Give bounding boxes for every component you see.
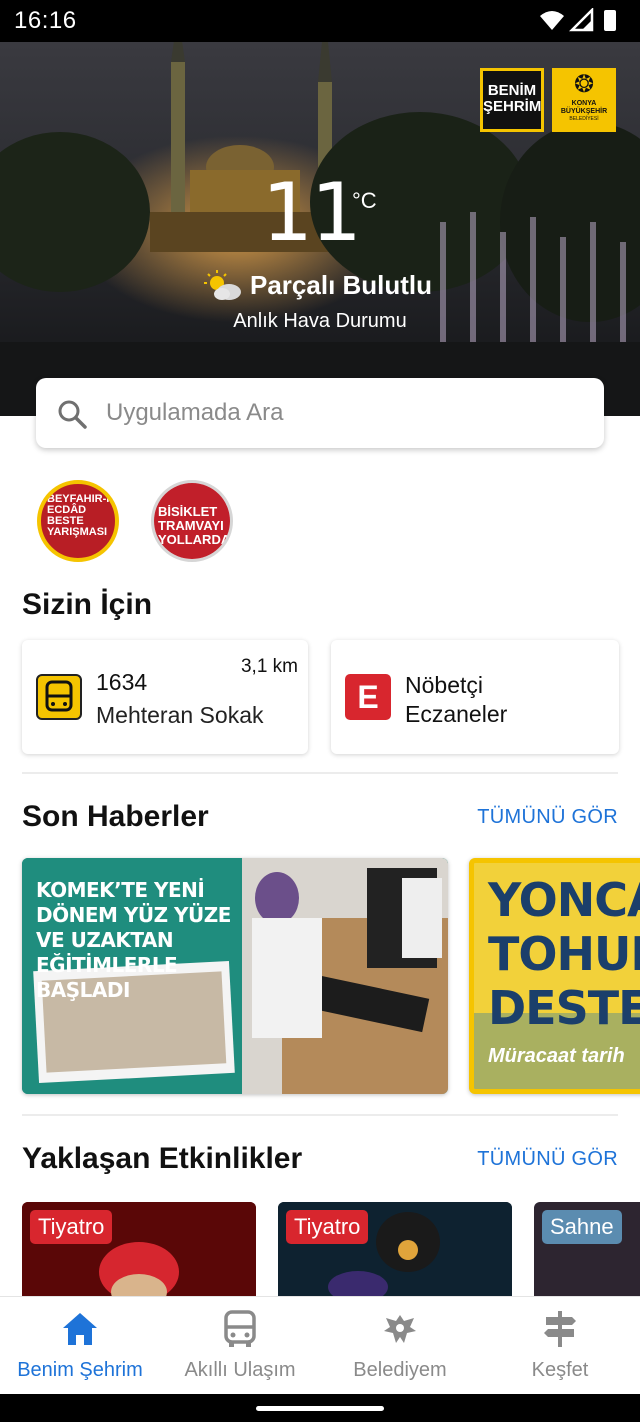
news-headline: YONCA TOHUM DESTEĞ [488, 873, 640, 1035]
news-title: Son Haberler [22, 800, 209, 833]
news-card[interactable]: YONCA TOHUM DESTEĞ Müracaat tarih [469, 858, 640, 1094]
pharmacy-card[interactable]: E Nöbetçi Eczaneler [331, 640, 619, 754]
navigation-bar [0, 1394, 640, 1422]
temperature-unit: °C [352, 188, 377, 213]
tab-label: Akıllı Ulaşım [184, 1359, 296, 1381]
events-title: Yaklaşan Etkinlikler [22, 1142, 303, 1175]
nearest-bus-card[interactable]: 1634 Mehteran Sokak 3,1 km [22, 640, 308, 754]
pharmacy-e-icon: E [345, 674, 391, 720]
home-indicator[interactable] [256, 1406, 384, 1411]
events-see-all-link[interactable]: TÜMÜNÜ GÖR [477, 1148, 618, 1171]
status-time: 16:16 [14, 7, 77, 34]
bus-stop-name: Mehteran Sokak [96, 702, 264, 728]
bus-icon [224, 1310, 256, 1347]
news-card[interactable]: KOMEK’TE YENİ DÖNEM YÜZ YÜZE VE UZAKTAN … [22, 858, 448, 1094]
weather-condition: Parçalı Bulutlu [250, 270, 433, 300]
divider [22, 772, 618, 774]
news-subline: Müracaat tarih [488, 1045, 625, 1067]
eagle-emblem-icon [384, 1315, 416, 1343]
konya-seal-icon: ❂ [573, 71, 595, 98]
battery-icon [604, 10, 616, 31]
divider [22, 1114, 618, 1116]
event-category-badge: Sahne [542, 1210, 622, 1244]
story-circle[interactable]: BEYFAHIR-I ECDÂD BESTE YARIŞMASI [37, 480, 119, 562]
search-icon [58, 400, 87, 429]
benim-sehrim-logo: BENİM ŞEHRİM [480, 68, 544, 132]
weather-subtitle: Anlık Hava Durumu [233, 310, 407, 332]
signpost-icon [544, 1311, 576, 1347]
event-card[interactable]: Sahne [534, 1202, 640, 1298]
weather-hero: BENİM ŞEHRİM ❂ KONYA BÜYÜKŞEHİR BELEDİYE… [0, 42, 640, 416]
bottom-tab-bar: Benim Şehrim Akıllı Ulaşım Belediyem Keş… [0, 1296, 640, 1394]
tab-benim-sehrim[interactable]: Benim Şehrim [0, 1297, 160, 1395]
tab-kesfet[interactable]: Keşfet [480, 1297, 640, 1395]
pharmacy-label: Nöbetçi Eczaneler [405, 672, 508, 727]
temperature-value: 11 [262, 166, 362, 259]
search-input[interactable] [106, 378, 586, 448]
news-headline: KOMEK’TE YENİ DÖNEM YÜZ YÜZE VE UZAKTAN … [36, 878, 231, 1002]
home-icon [63, 1313, 97, 1345]
bus-icon [36, 674, 82, 720]
for-you-title: Sizin İçin [22, 588, 153, 621]
wifi-icon [540, 11, 564, 30]
konya-municipality-logo: ❂ KONYA BÜYÜKŞEHİR BELEDİYESİ [552, 68, 616, 132]
event-category-badge: Tiyatro [30, 1210, 113, 1244]
tab-akilli-ulasim[interactable]: Akıllı Ulaşım [160, 1297, 320, 1395]
tab-label: Benim Şehrim [17, 1359, 143, 1381]
story-circle[interactable]: BİSİKLET TRAMVAYI YOLLARDA! [151, 480, 233, 562]
status-bar: 16:16 [0, 0, 640, 42]
bus-distance: 3,1 km [240, 656, 298, 677]
tab-label: Keşfet [531, 1359, 589, 1381]
partly-cloudy-icon [204, 270, 241, 300]
tab-belediyem[interactable]: Belediyem [320, 1297, 480, 1395]
news-see-all-link[interactable]: TÜMÜNÜ GÖR [477, 806, 618, 829]
event-category-badge: Tiyatro [286, 1210, 369, 1244]
event-card[interactable]: Tiyatro [22, 1202, 256, 1298]
bus-line-number: 1634 [96, 669, 148, 695]
search-bar[interactable] [36, 378, 604, 448]
tab-label: Belediyem [353, 1359, 447, 1381]
story-label: BİSİKLET TRAMVAYI YOLLARDA! [158, 504, 233, 547]
story-label: BEYFAHIR-I ECDÂD BESTE YARIŞMASI [47, 493, 110, 538]
event-card[interactable]: Tiyatro [278, 1202, 512, 1298]
status-icons [540, 8, 616, 32]
